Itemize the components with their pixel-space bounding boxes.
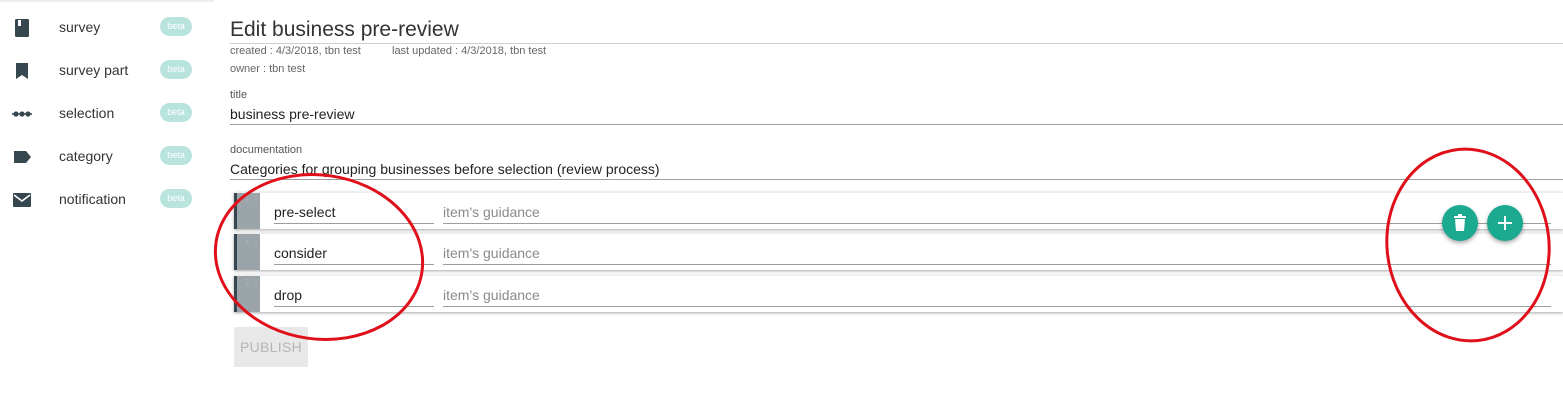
beta-badge: beta [160,103,192,122]
sidebar-item-category[interactable]: category beta [0,135,214,178]
sidebar-divider [0,0,214,2]
documentation-label: documentation [230,144,303,156]
sidebar-item-label: selection [59,105,115,121]
sidebar-item-survey-part[interactable]: survey part beta [0,49,214,92]
sidebar-item-label: notification [59,191,126,207]
sidebar: survey beta survey part beta selection b… [0,0,214,415]
drag-dots-icon: ⋮⋮ [243,278,261,287]
created-info: created : 4/3/2018, tbn test [230,45,361,57]
beta-badge: beta [160,17,192,36]
beta-badge: beta [160,60,192,79]
item-name-input[interactable] [274,201,434,224]
delete-item-button[interactable] [1442,205,1478,241]
item-name-input[interactable] [274,242,434,265]
trash-icon [1451,213,1469,233]
drag-dots-icon: ⋮⋮ [243,236,261,245]
bookmark-icon [12,61,32,81]
sidebar-item-label: survey part [59,62,129,78]
mail-icon [12,190,32,210]
title-label: title [230,89,248,101]
list-item: ⋮⋮ [234,192,1563,229]
book-icon [12,18,32,38]
sidebar-item-selection[interactable]: selection beta [0,92,214,135]
sidebar-item-survey[interactable]: survey beta [0,6,214,49]
plus-icon [1496,214,1514,232]
list-item: ⋮⋮ [234,275,1563,312]
sidebar-item-label: category [59,148,113,164]
documentation-input[interactable] [230,159,1563,180]
drag-dots-icon: ⋮⋮ [243,195,261,204]
drag-handle[interactable]: ⋮⋮ [234,193,260,229]
dots-icon [12,104,32,124]
drag-handle[interactable]: ⋮⋮ [234,276,260,312]
publish-button[interactable]: PUBLISH [234,327,308,367]
drag-handle[interactable]: ⋮⋮ [234,234,260,270]
add-item-button[interactable] [1487,205,1523,241]
page-title: Edit business pre-review [230,18,1563,44]
item-name-input[interactable] [274,284,434,307]
item-guidance-input[interactable] [443,284,1551,307]
owner-info: owner : tbn test [230,63,306,75]
last-updated-info: last updated : 4/3/2018, tbn test [392,45,547,57]
main-content: Edit business pre-review created : 4/3/2… [230,0,1563,415]
label-icon [12,147,32,167]
item-guidance-input[interactable] [443,242,1551,265]
beta-badge: beta [160,146,192,165]
sidebar-item-label: survey [59,19,101,35]
sidebar-item-notification[interactable]: notification beta [0,178,214,221]
title-input[interactable] [230,104,1563,125]
item-guidance-input[interactable] [443,201,1551,224]
list-item: ⋮⋮ [234,233,1563,270]
beta-badge: beta [160,189,192,208]
